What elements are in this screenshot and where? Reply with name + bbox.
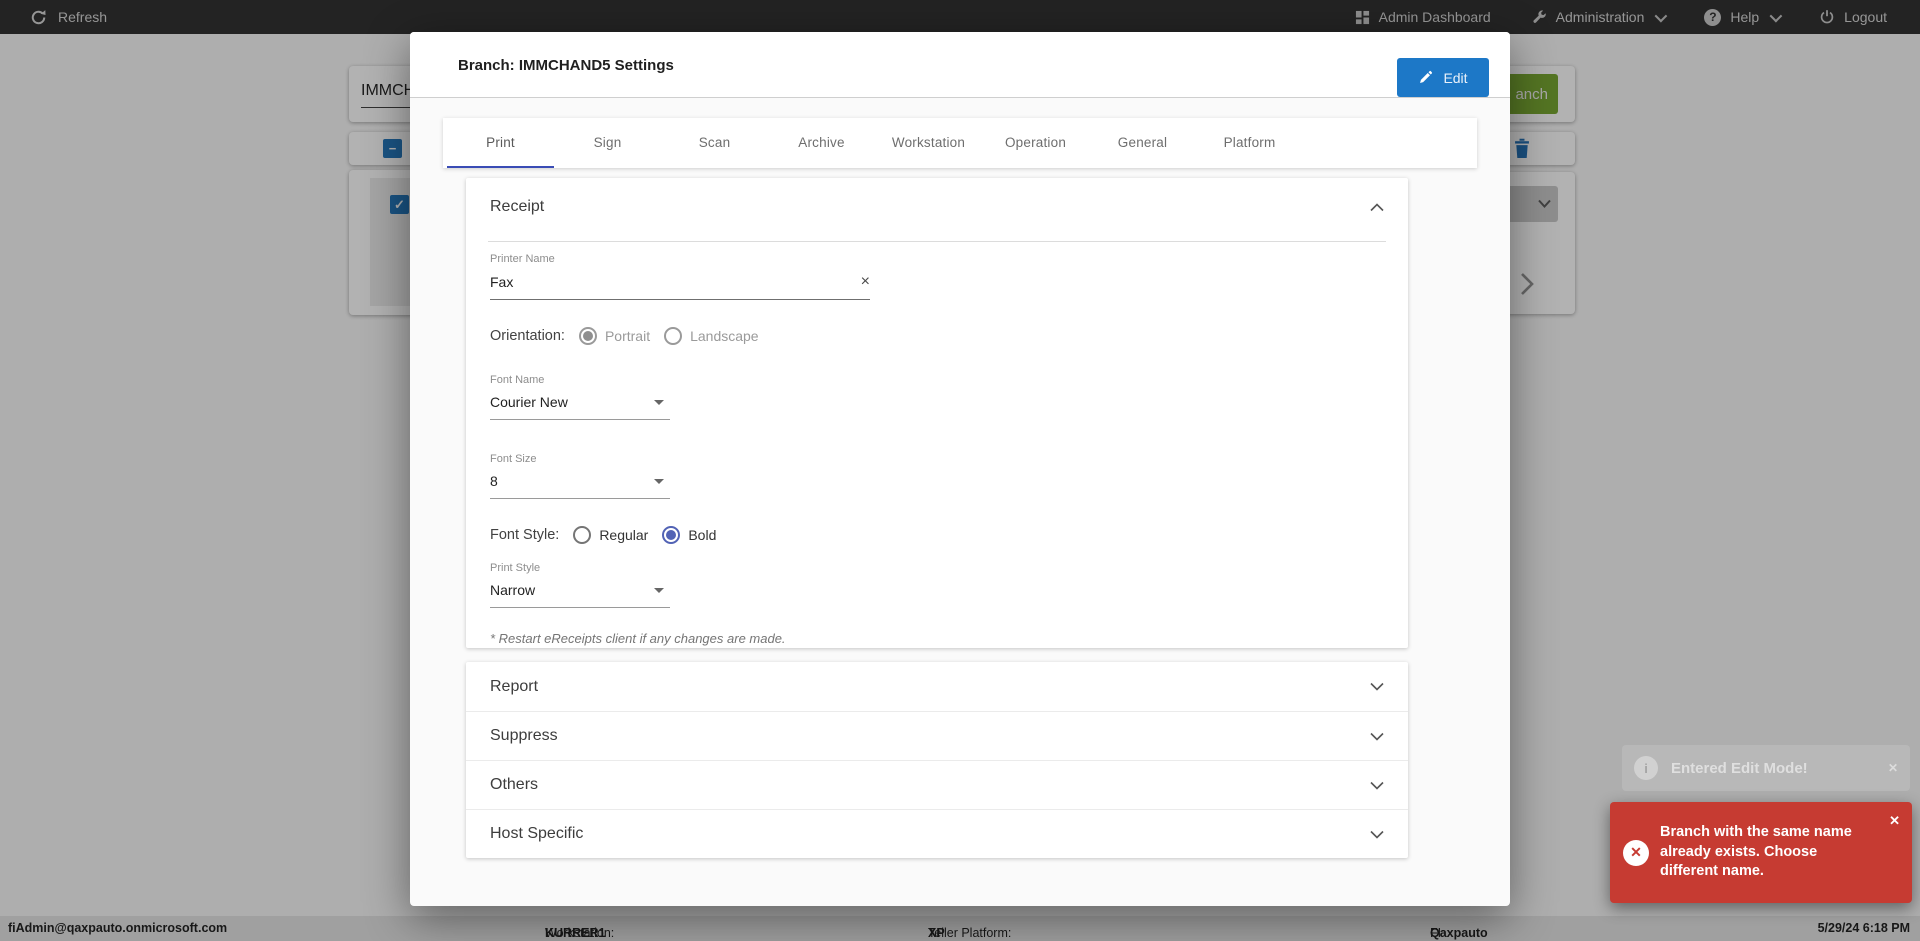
font-name-label: Font Name <box>490 374 545 386</box>
dropdown-arrow-icon <box>654 478 664 484</box>
dropdown-arrow-icon <box>654 399 664 405</box>
close-icon[interactable]: ✕ <box>1889 813 1900 829</box>
dropdown-arrow-icon <box>654 587 664 593</box>
section-report-title: Report <box>490 677 539 695</box>
settings-tabs: Print Sign Scan Archive Workstation Oper… <box>443 118 1477 168</box>
tab-scan[interactable]: Scan <box>661 118 768 168</box>
font-name-value: Courier New <box>490 394 568 410</box>
restart-note: * Restart eReceipts client if any change… <box>490 631 786 646</box>
receipt-divider <box>488 241 1386 242</box>
receipt-section-title: Receipt <box>490 198 545 215</box>
tab-platform[interactable]: Platform <box>1196 118 1303 168</box>
section-host-specific-title: Host Specific <box>490 825 584 842</box>
font-size-select[interactable]: 8 <box>490 468 670 499</box>
error-toast-message: Branch with the same name already exists… <box>1660 824 1852 880</box>
modal-header: Branch: IMMCHAND5 Settings Edit <box>410 32 1510 98</box>
faded-toast-message: Entered Edit Mode! <box>1671 759 1808 777</box>
radio-landscape[interactable]: Landscape <box>664 327 759 345</box>
chevron-down-icon <box>1370 781 1384 790</box>
section-others-title: Others <box>490 776 539 793</box>
tab-general[interactable]: General <box>1089 118 1196 168</box>
font-size-value: 8 <box>490 473 498 489</box>
radio-regular-label: Regular <box>599 527 649 543</box>
chevron-down-icon <box>1370 830 1384 839</box>
radio-portrait-label: Portrait <box>604 328 651 344</box>
collapsed-sections: Report Suppress Others Host Specific <box>466 662 1408 858</box>
radio-landscape-label: Landscape <box>690 328 759 344</box>
radio-bold[interactable]: Bold <box>662 526 716 544</box>
edit-button[interactable]: Edit <box>1397 58 1489 97</box>
tab-sign[interactable]: Sign <box>554 118 661 168</box>
modal-title: Branch: IMMCHAND5 Settings <box>458 57 674 74</box>
radio-landscape-icon <box>664 327 683 345</box>
print-style-label: Print Style <box>490 562 541 574</box>
section-others[interactable]: Others <box>466 760 1408 809</box>
clear-icon[interactable]: × <box>861 274 870 290</box>
radio-regular[interactable]: Regular <box>573 526 648 544</box>
chevron-down-icon <box>1370 682 1384 691</box>
chevron-up-icon[interactable] <box>1370 202 1384 212</box>
section-suppress[interactable]: Suppress <box>466 711 1408 760</box>
section-suppress-title: Suppress <box>490 727 558 744</box>
tab-operation[interactable]: Operation <box>982 118 1089 168</box>
radio-regular-icon <box>573 526 592 544</box>
radio-bold-label: Bold <box>688 527 717 543</box>
close-icon: ✕ <box>1887 761 1898 775</box>
section-host-specific[interactable]: Host Specific <box>466 809 1408 858</box>
printer-name-value: Fax <box>490 274 514 290</box>
chevron-down-icon <box>1370 732 1384 741</box>
print-style-value: Narrow <box>490 582 536 598</box>
pencil-icon <box>1420 70 1433 83</box>
faded-toast: i Entered Edit Mode! ✕ <box>1622 745 1910 791</box>
edit-button-label: Edit <box>1443 69 1468 86</box>
error-icon: ✕ <box>1623 839 1649 866</box>
tab-archive[interactable]: Archive <box>768 118 875 168</box>
radio-portrait[interactable]: Portrait <box>578 327 651 345</box>
print-style-select[interactable]: Narrow <box>490 577 670 608</box>
radio-bold-icon <box>662 526 681 544</box>
orientation-label: Orientation: <box>490 328 565 344</box>
branch-settings-modal: Branch: IMMCHAND5 Settings Edit Print Si… <box>410 32 1510 906</box>
tab-print[interactable]: Print <box>447 118 554 168</box>
font-size-label: Font Size <box>490 453 537 465</box>
info-icon: i <box>1634 756 1658 780</box>
printer-name-label: Printer Name <box>490 253 555 265</box>
error-toast: ✕ Branch with the same name already exis… <box>1610 802 1912 903</box>
font-name-select[interactable]: Courier New <box>490 389 670 420</box>
tab-workstation[interactable]: Workstation <box>875 118 982 168</box>
printer-name-input[interactable]: Fax × <box>490 268 870 300</box>
radio-portrait-icon <box>578 327 597 345</box>
font-style-label: Font Style: <box>490 527 560 543</box>
receipt-section-header[interactable]: Receipt <box>466 178 1408 216</box>
section-report[interactable]: Report <box>466 662 1408 711</box>
receipt-section: Receipt Printer Name Fax × Orientation: … <box>466 178 1408 648</box>
